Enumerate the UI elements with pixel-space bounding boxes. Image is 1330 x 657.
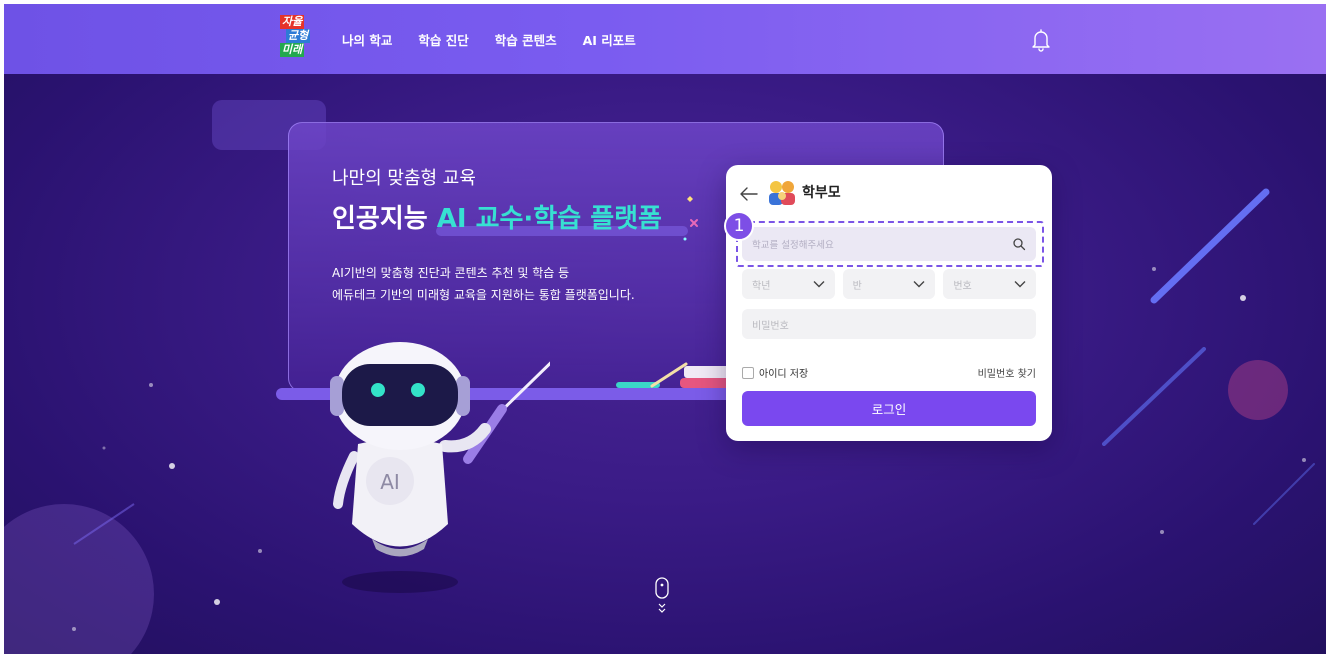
top-navigation-bar: 자율 균형 미래 나의 학교 학습 진단 학습 콘텐츠 AI 리포트: [4, 4, 1326, 74]
hero-desc-line2: 에듀테크 기반의 미래형 교육을 지원하는 통합 플랫폼입니다.: [332, 288, 635, 302]
chevron-down-icon: [913, 281, 925, 288]
grade-select[interactable]: 학년: [742, 269, 835, 299]
class-select-label: 반: [852, 280, 862, 292]
annotation-badge: 1: [724, 211, 754, 241]
grade-class-number-row: 학년 반 번호: [742, 269, 1037, 299]
role-title: 학부모: [802, 185, 841, 201]
grade-select-label: 학년: [752, 280, 771, 292]
parent-icon: [769, 181, 795, 205]
find-password-link[interactable]: 비밀번호 찾기: [978, 365, 1036, 380]
login-button[interactable]: 로그인: [742, 391, 1036, 426]
password-placeholder: 비밀번호: [752, 320, 789, 332]
annotation-highlight-box: 1: [724, 211, 1044, 267]
password-input[interactable]: 비밀번호: [742, 309, 1036, 339]
save-id-label: 아이디 저장: [759, 369, 809, 380]
back-arrow-icon[interactable]: [740, 187, 758, 201]
main-nav: 나의 학교 학습 진단 학습 콘텐츠 AI 리포트: [342, 4, 636, 74]
login-card: 학부모 학교를 설정해주세요 1 학년 반 번호 비밀번호 아이디 저장 비밀번…: [724, 165, 1052, 441]
class-select[interactable]: 반: [842, 269, 936, 299]
site-logo[interactable]: 자율 균형 미래: [280, 15, 312, 65]
page-frame: 나만의 맞춤형 교육 인공지능 AI 교수·학습 플랫폼 AI기반의 맞춤형 진…: [4, 4, 1326, 654]
hero-title: 인공지능 AI 교수·학습 플랫폼: [332, 198, 662, 235]
logo-text-1: 자율: [280, 15, 305, 29]
number-select-label: 번호: [953, 280, 972, 292]
hero-description: AI기반의 맞춤형 진단과 콘텐츠 추천 및 학습 등 에듀테크 기반의 미래형…: [332, 262, 635, 306]
nav-ai-report[interactable]: AI 리포트: [583, 30, 636, 49]
ai-robot-illustration: AI: [320, 334, 572, 604]
nav-diagnosis[interactable]: 학습 진단: [418, 30, 468, 49]
hero-subtitle: 나만의 맞춤형 교육: [332, 168, 476, 189]
chevron-down-icon: [1014, 281, 1026, 288]
mouse-scroll-icon[interactable]: [652, 576, 672, 620]
logo-text-2: 균형: [286, 29, 311, 43]
hero-title-plain: 인공지능: [332, 204, 437, 234]
hero-desc-line1: AI기반의 맞춤형 진단과 콘텐츠 추천 및 학습 등: [332, 266, 570, 280]
save-id-checkbox[interactable]: [742, 366, 754, 379]
bell-icon[interactable]: [1031, 28, 1051, 52]
chevron-down-icon: [813, 281, 825, 288]
hero-title-highlight: AI 교수·학습 플랫폼: [436, 204, 662, 234]
logo-text-3: 미래: [280, 43, 305, 57]
robot-ai-label: AI: [380, 470, 400, 494]
save-id-checkbox-row[interactable]: 아이디 저장: [742, 365, 808, 380]
nav-my-school[interactable]: 나의 학교: [342, 30, 392, 49]
nav-contents[interactable]: 학습 콘텐츠: [495, 30, 557, 49]
number-select[interactable]: 번호: [943, 269, 1037, 299]
